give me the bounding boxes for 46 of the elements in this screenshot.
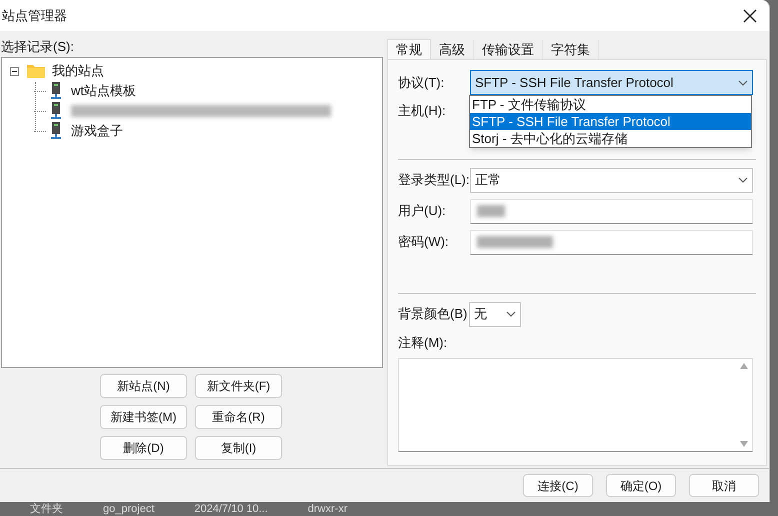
tab[interactable]: 常规 [387,39,431,60]
button[interactable]: 重命名(R) [195,405,282,429]
dropdown-option[interactable]: Storj - 去中心化的云端存储 [470,130,751,147]
caret-icon [738,177,748,183]
dropdown[interactable]: SFTP - SSH File Transfer Protocol [470,70,753,95]
scroll-up-icon[interactable] [740,363,748,369]
tree-item[interactable]: 游戏盒子 [71,121,123,141]
server-icon [51,122,61,140]
button[interactable]: 取消 [689,474,759,497]
caret-icon [738,80,748,86]
dropdown[interactable]: 无 [469,302,521,326]
button[interactable]: 新文件夹(F) [195,374,282,398]
button[interactable]: 新建书签(M) [100,405,187,429]
input-field[interactable] [470,230,753,254]
tree-label: 选择记录(S): [1,38,75,56]
notes-field[interactable] [398,358,753,452]
dropdown-option[interactable]: SFTP - SSH File Transfer Protocol [470,113,751,130]
field-label: 登录类型(L): [398,171,470,190]
folder-icon [27,64,45,78]
button[interactable]: 复制(I) [195,436,282,460]
button[interactable]: 连接(C) [523,474,593,497]
field-label: 注释(M): [398,334,448,352]
input-field[interactable] [470,198,753,224]
background-text: drwxr-xr [308,503,348,515]
caret-icon [506,311,516,317]
field-label: 主机(H): [398,102,447,120]
button[interactable]: 新站点(N) [100,374,187,398]
tree-item[interactable]: wt站点模板 [71,81,136,101]
tree-item[interactable]: 我的站点 [52,61,104,81]
close-icon[interactable] [743,8,757,22]
field-label: 密码(W): [398,233,450,252]
field-label: 协议(T): [398,74,446,92]
scroll-down-icon[interactable] [740,441,748,447]
background-text: 2024/7/10 10... [194,503,268,515]
field-label: 用户(U): [398,202,447,220]
background-text: 文件夹 [30,503,63,515]
button[interactable]: 确定(O) [606,474,676,497]
button[interactable]: 删除(D) [100,436,187,460]
collapse-toggle[interactable] [10,66,19,76]
server-icon [51,82,61,100]
server-icon [51,102,61,120]
dropdown-option[interactable]: FTP - 文件传输协议 [470,96,751,113]
field-label: 背景颜色(B) [398,305,468,324]
dropdown[interactable]: 正常 [470,168,753,192]
window-title: 站点管理器 [2,6,67,25]
background-text: go_project [103,503,154,515]
